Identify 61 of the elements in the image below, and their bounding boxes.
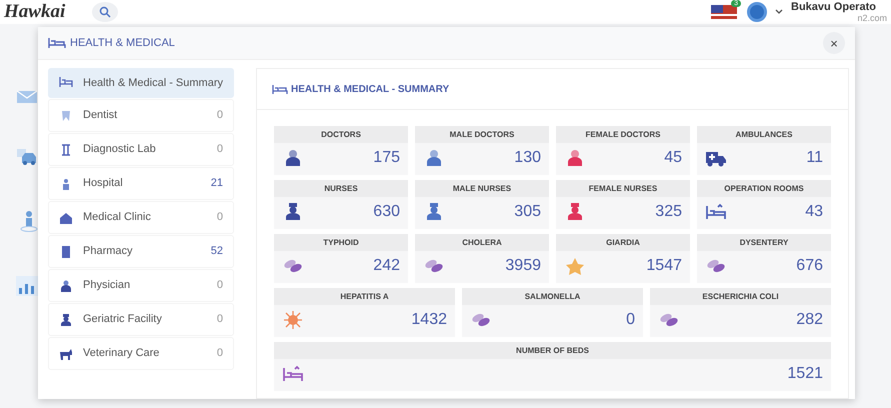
user-email: n2.com bbox=[856, 13, 887, 23]
stat-label: FEMALE NURSES bbox=[556, 180, 690, 197]
chart-icon[interactable] bbox=[16, 276, 38, 296]
stat-label: CHOLERA bbox=[415, 234, 549, 251]
bed-icon bbox=[48, 37, 66, 49]
car-icon[interactable] bbox=[16, 148, 38, 166]
close-button[interactable]: × bbox=[823, 32, 845, 54]
stat-label: DOCTORS bbox=[274, 126, 408, 143]
stat-label: AMBULANCES bbox=[697, 126, 831, 143]
logo: Hawkai bbox=[4, 1, 66, 23]
search-icon bbox=[99, 6, 111, 18]
bed-icon bbox=[272, 84, 288, 94]
sidebar-item[interactable]: Geriatric Facility 0 bbox=[48, 303, 234, 336]
stat-label: NURSES bbox=[274, 180, 408, 197]
stat-value: 175 bbox=[373, 149, 400, 167]
house-icon bbox=[59, 212, 73, 224]
sidebar-item[interactable]: Pharmacy 52 bbox=[48, 235, 234, 268]
stat-value: 630 bbox=[373, 203, 400, 221]
bed-icon bbox=[59, 76, 73, 88]
stat-value: 0 bbox=[626, 311, 635, 329]
chevron-icon[interactable] bbox=[775, 9, 783, 15]
stat-value: 282 bbox=[796, 311, 823, 329]
summary-title: HEALTH & MEDICAL - SUMMARY bbox=[291, 84, 450, 94]
sidebar-item[interactable]: Physician 0 bbox=[48, 269, 234, 302]
stat-label: TYPHOID bbox=[274, 234, 408, 251]
sidebar-item[interactable]: Diagnostic Lab 0 bbox=[48, 133, 234, 166]
user-name: Bukavu Operato bbox=[791, 1, 877, 13]
stat-value: 130 bbox=[514, 149, 541, 167]
stat-value: 1432 bbox=[411, 311, 447, 329]
stat-value: 3959 bbox=[505, 257, 541, 275]
stat-label: GIARDIA bbox=[556, 234, 690, 251]
stat-label: DYSENTERY bbox=[697, 234, 831, 251]
stat-value: 1521 bbox=[787, 365, 823, 383]
sidebar-item[interactable]: Medical Clinic 0 bbox=[48, 201, 234, 234]
stat-value: 325 bbox=[655, 203, 682, 221]
stat-value: 11 bbox=[806, 149, 823, 167]
stat-label: MALE DOCTORS bbox=[415, 126, 549, 143]
person-icon[interactable] bbox=[20, 210, 38, 232]
stat-value: 305 bbox=[514, 203, 541, 221]
stat-value: 43 bbox=[805, 203, 823, 221]
nurse-icon bbox=[59, 314, 73, 326]
stat-value: 242 bbox=[373, 257, 400, 275]
search-button[interactable] bbox=[92, 2, 118, 22]
avatar-icon[interactable] bbox=[747, 2, 767, 22]
sidebar-item[interactable]: Health & Medical - Summary bbox=[48, 68, 234, 98]
stat-label: FEMALE DOCTORS bbox=[556, 126, 690, 143]
stat-value: 676 bbox=[796, 257, 823, 275]
stat-value: 45 bbox=[664, 149, 682, 167]
stat-label: NUMBER OF BEDS bbox=[274, 342, 831, 359]
sidebar-item[interactable]: Veterinary Care 0 bbox=[48, 337, 234, 370]
stat-label: OPERATION ROOMS bbox=[697, 180, 831, 197]
modal-title: HEALTH & MEDICAL bbox=[70, 37, 175, 49]
stat-value: 1547 bbox=[646, 257, 682, 275]
sidebar-item[interactable]: Dentist 0 bbox=[48, 99, 234, 132]
doctor-icon bbox=[59, 280, 73, 292]
stat-label: SALMONELLA bbox=[462, 288, 643, 305]
stat-label: MALE NURSES bbox=[415, 180, 549, 197]
stat-label: HEPATITIS A bbox=[274, 288, 455, 305]
dog-icon bbox=[59, 348, 73, 360]
sidebar-item[interactable]: Hospital 21 bbox=[48, 167, 234, 200]
stat-label: ESCHERICHIA COLI bbox=[650, 288, 831, 305]
